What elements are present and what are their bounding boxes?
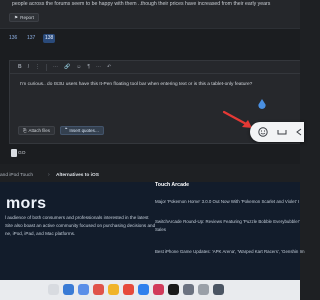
breadcrumb-parent[interactable]: and iPod Touch <box>0 173 33 178</box>
post-footer: people across the forums seem to be happ… <box>0 0 300 28</box>
dock-app-icon[interactable] <box>168 284 179 295</box>
attach-files-label: Attach files <box>28 127 50 133</box>
go-button[interactable]: GO <box>18 151 25 156</box>
quote-icon: ❝ <box>65 127 68 132</box>
smiley-icon[interactable] <box>258 127 268 137</box>
report-button[interactable]: ⚑ Report <box>9 13 39 22</box>
dock-app-icon[interactable] <box>78 284 89 295</box>
spacebar-icon[interactable] <box>277 128 287 136</box>
chevron-icon[interactable] <box>296 128 302 136</box>
breadcrumb-current[interactable]: Alternatives to iOS <box>56 173 99 178</box>
post-text: people across the forums seem to be happ… <box>12 1 271 7</box>
emoji-icon[interactable]: ☺ <box>76 64 81 70</box>
page-138-current[interactable]: 138 <box>43 34 56 43</box>
dock-app-icon[interactable] <box>108 284 119 295</box>
touch-arcade-title[interactable]: Touch Arcade <box>155 182 189 188</box>
paperclip-icon: ⎘ <box>23 127 27 133</box>
page-136[interactable]: 136 <box>9 34 17 43</box>
insert-quotes-button[interactable]: ❝ Insert quotes… <box>60 125 105 135</box>
paragraph-icon[interactable]: ¶ <box>87 64 90 70</box>
news-item[interactable]: SwitchArcade Round-Up: Reviews Featuring… <box>155 219 300 224</box>
site-footer: mors l audience of both consumers and pr… <box>0 182 304 280</box>
page-137[interactable]: 137 <box>27 34 35 43</box>
dock-app-icon[interactable] <box>183 284 194 295</box>
dock-icons <box>48 284 224 295</box>
dock-app-icon[interactable] <box>153 284 164 295</box>
dock-app-icon[interactable] <box>198 284 209 295</box>
editor-toolbar: B I ⋮ ⋯ 🔗 ☺ ¶ ⋯ ↶ <box>10 61 300 74</box>
dock-app-icon[interactable] <box>138 284 149 295</box>
site-logo[interactable]: mors <box>6 195 46 213</box>
about-text-line-1: l audience of both consumers and profess… <box>5 215 149 220</box>
report-label: Report <box>20 15 34 20</box>
attach-files-button[interactable]: ⎘ Attach files <box>18 125 55 135</box>
device-icon <box>11 149 17 157</box>
dock-app-icon[interactable] <box>48 284 59 295</box>
bold-icon[interactable]: B <box>18 64 22 70</box>
undo-icon[interactable]: ↶ <box>107 64 111 70</box>
list-icon[interactable]: ⋯ <box>53 64 58 70</box>
news-item[interactable]: Major 'Pokemon Home' 3.0.0 Out Now With … <box>155 199 299 204</box>
toolbar-divider <box>46 63 48 71</box>
app-dock <box>0 280 300 300</box>
flag-icon: ⚑ <box>14 14 19 20</box>
insert-icon[interactable]: ⋯ <box>96 64 101 70</box>
insert-quotes-label: Insert quotes… <box>69 127 100 133</box>
text-cursor-handle-icon[interactable] <box>258 99 266 109</box>
more-options-icon[interactable]: ⋮ <box>35 64 40 70</box>
link-icon[interactable]: 🔗 <box>64 64 70 70</box>
pagination: 136 137 138 <box>0 28 300 46</box>
dock-app-icon[interactable] <box>93 284 104 295</box>
about-text-line-3: ne, iPod, iPad, and Mac platforms. <box>5 231 76 236</box>
editor-content[interactable]: I'm curious.. do IS3U users have this It… <box>20 82 252 87</box>
news-item[interactable]: Best iPhone Game Updates: 'APK Arena', '… <box>155 249 304 254</box>
dock-app-icon[interactable] <box>213 284 224 295</box>
about-text-line-2: Site also boast an active community focu… <box>5 223 156 228</box>
floating-pen-toolbar <box>250 122 304 142</box>
breadcrumb: and iPod Touch › Alternatives to iOS <box>0 170 300 182</box>
italic-icon[interactable]: I <box>28 64 29 70</box>
dock-app-icon[interactable] <box>123 284 134 295</box>
post-reply-row: GO <box>0 144 300 164</box>
dock-app-icon[interactable] <box>63 284 74 295</box>
chevron-right-icon: › <box>48 172 50 178</box>
news-item[interactable]: Sales <box>155 227 166 232</box>
